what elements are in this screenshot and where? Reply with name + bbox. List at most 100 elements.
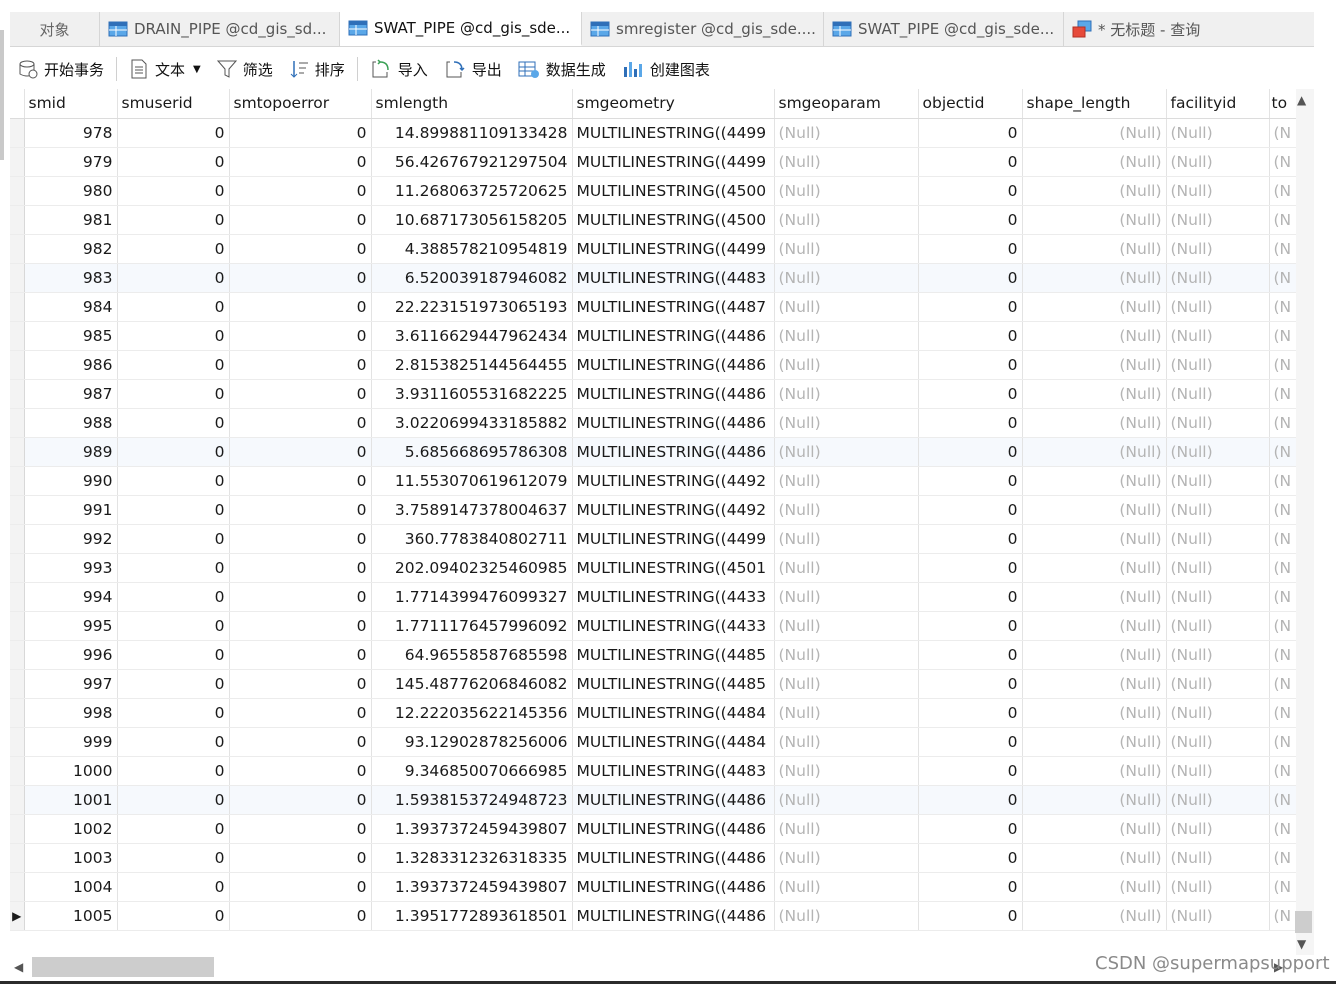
cell-smgeometry[interactable]: MULTILINESTRING((4486 <box>572 379 775 409</box>
cell-to[interactable]: (N <box>1269 176 1296 206</box>
cell-smgeoparam[interactable]: (Null) <box>774 263 919 293</box>
table-row[interactable]: 1003 0 0 1.3283312326318335 MULTILINESTRING(… <box>10 843 1296 873</box>
cell-to[interactable]: (N <box>1269 379 1296 409</box>
cell-smtopoerror[interactable]: 0 <box>229 495 372 525</box>
cell-smgeometry[interactable]: MULTILINESTRING((4487 <box>572 292 775 322</box>
cell-objectid[interactable]: 0 <box>918 901 1023 931</box>
cell-smlength[interactable]: 1.7711176457996092 <box>371 611 573 641</box>
tab-drain-pipe[interactable]: DRAIN_PIPE @cd_gis_sd... <box>100 12 340 46</box>
cell-facilityid[interactable]: (Null) <box>1166 524 1270 554</box>
cell-objectid[interactable]: 0 <box>918 379 1023 409</box>
cell-shape-length[interactable]: (Null) <box>1022 669 1167 699</box>
cell-smgeoparam[interactable]: (Null) <box>774 437 919 467</box>
table-row[interactable]: 987 0 0 3.9311605531682225 MULTILINESTRING((… <box>10 379 1296 409</box>
cell-smlength[interactable]: 1.7714399476099327 <box>371 582 573 612</box>
vertical-scroll-thumb[interactable] <box>1295 911 1312 933</box>
cell-smtopoerror[interactable]: 0 <box>229 205 372 235</box>
cell-shape-length[interactable]: (Null) <box>1022 872 1167 902</box>
cell-to[interactable]: (N <box>1269 524 1296 554</box>
cell-smgeoparam[interactable]: (Null) <box>774 466 919 496</box>
table-row[interactable]: 992 0 0 360.7783840802711 MULTILINESTRING((4… <box>10 524 1296 554</box>
cell-smlength[interactable]: 9.346850070666985 <box>371 756 573 786</box>
tab-swat-pipe-active[interactable]: SWAT_PIPE @cd_gis_sde... <box>340 12 582 46</box>
cell-smlength[interactable]: 12.222035622145356 <box>371 698 573 728</box>
cell-objectid[interactable]: 0 <box>918 495 1023 525</box>
cell-smgeoparam[interactable]: (Null) <box>774 321 919 351</box>
cell-objectid[interactable]: 0 <box>918 872 1023 902</box>
cell-facilityid[interactable]: (Null) <box>1166 408 1270 438</box>
cell-smtopoerror[interactable]: 0 <box>229 321 372 351</box>
cell-smgeoparam[interactable]: (Null) <box>774 495 919 525</box>
cell-facilityid[interactable]: (Null) <box>1166 843 1270 873</box>
cell-smtopoerror[interactable]: 0 <box>229 582 372 612</box>
cell-smgeoparam[interactable]: (Null) <box>774 901 919 931</box>
table-row[interactable]: 997 0 0 145.48776206846082 MULTILINESTRING((… <box>10 669 1296 699</box>
cell-smtopoerror[interactable]: 0 <box>229 379 372 409</box>
cell-smgeometry[interactable]: MULTILINESTRING((4492 <box>572 466 775 496</box>
column-header-smid[interactable]: smid <box>24 89 118 119</box>
horizontal-scroll-thumb[interactable] <box>32 957 214 977</box>
cell-shape-length[interactable]: (Null) <box>1022 408 1167 438</box>
cell-objectid[interactable]: 0 <box>918 524 1023 554</box>
column-header-smuserid[interactable]: smuserid <box>117 89 230 119</box>
cell-to[interactable]: (N <box>1269 321 1296 351</box>
cell-smlength[interactable]: 1.3283312326318335 <box>371 843 573 873</box>
cell-smgeoparam[interactable]: (Null) <box>774 292 919 322</box>
cell-smlength[interactable]: 10.687173056158205 <box>371 205 573 235</box>
cell-shape-length[interactable]: (Null) <box>1022 611 1167 641</box>
cell-smtopoerror[interactable]: 0 <box>229 553 372 583</box>
cell-facilityid[interactable]: (Null) <box>1166 669 1270 699</box>
cell-smid[interactable]: 999 <box>24 727 118 757</box>
cell-to[interactable]: (N <box>1269 727 1296 757</box>
cell-smgeoparam[interactable]: (Null) <box>774 756 919 786</box>
cell-smtopoerror[interactable]: 0 <box>229 466 372 496</box>
cell-smlength[interactable]: 5.685668695786308 <box>371 437 573 467</box>
cell-smid[interactable]: 981 <box>24 205 118 235</box>
cell-shape-length[interactable]: (Null) <box>1022 292 1167 322</box>
cell-smlength[interactable]: 56.426767921297504 <box>371 147 573 177</box>
cell-objectid[interactable]: 0 <box>918 466 1023 496</box>
table-row[interactable]: 1002 0 0 1.3937372459439807 MULTILINESTRING(… <box>10 814 1296 844</box>
cell-objectid[interactable]: 0 <box>918 292 1023 322</box>
cell-smgeoparam[interactable]: (Null) <box>774 147 919 177</box>
cell-shape-length[interactable]: (Null) <box>1022 814 1167 844</box>
cell-objectid[interactable]: 0 <box>918 698 1023 728</box>
table-row[interactable]: 988 0 0 3.0220699433185882 MULTILINESTRING((… <box>10 408 1296 438</box>
cell-smuserid[interactable]: 0 <box>117 640 230 670</box>
cell-smuserid[interactable]: 0 <box>117 495 230 525</box>
table-row[interactable]: 999 0 0 93.12902878256006 MULTILINESTRING((4… <box>10 727 1296 757</box>
cell-smtopoerror[interactable]: 0 <box>229 640 372 670</box>
column-header-facilityid[interactable]: facilityid <box>1166 89 1270 119</box>
cell-smtopoerror[interactable]: 0 <box>229 785 372 815</box>
cell-smid[interactable]: 1005 <box>24 901 118 931</box>
cell-facilityid[interactable]: (Null) <box>1166 582 1270 612</box>
cell-to[interactable]: (N <box>1269 408 1296 438</box>
cell-facilityid[interactable]: (Null) <box>1166 379 1270 409</box>
cell-smid[interactable]: 988 <box>24 408 118 438</box>
cell-smid[interactable]: 982 <box>24 234 118 264</box>
cell-smtopoerror[interactable]: 0 <box>229 408 372 438</box>
cell-smlength[interactable]: 1.5938153724948723 <box>371 785 573 815</box>
cell-smlength[interactable]: 6.520039187946082 <box>371 263 573 293</box>
cell-smtopoerror[interactable]: 0 <box>229 611 372 641</box>
column-header-objectid[interactable]: objectid <box>918 89 1023 119</box>
cell-objectid[interactable]: 0 <box>918 843 1023 873</box>
cell-smgeoparam[interactable]: (Null) <box>774 524 919 554</box>
cell-shape-length[interactable]: (Null) <box>1022 582 1167 612</box>
tab-swat-pipe-2[interactable]: SWAT_PIPE @cd_gis_sde... <box>824 12 1064 46</box>
cell-to[interactable]: (N <box>1269 611 1296 641</box>
cell-smgeometry[interactable]: MULTILINESTRING((4500 <box>572 205 775 235</box>
cell-smgeometry[interactable]: MULTILINESTRING((4499 <box>572 147 775 177</box>
cell-smuserid[interactable]: 0 <box>117 176 230 206</box>
cell-to[interactable]: (N <box>1269 147 1296 177</box>
cell-smlength[interactable]: 2.8153825144564455 <box>371 350 573 380</box>
sort-button[interactable]: 排序 <box>281 54 353 84</box>
cell-smuserid[interactable]: 0 <box>117 843 230 873</box>
cell-smuserid[interactable]: 0 <box>117 437 230 467</box>
cell-shape-length[interactable]: (Null) <box>1022 379 1167 409</box>
cell-to[interactable]: (N <box>1269 118 1296 148</box>
cell-smgeoparam[interactable]: (Null) <box>774 553 919 583</box>
cell-smid[interactable]: 1001 <box>24 785 118 815</box>
cell-smtopoerror[interactable]: 0 <box>229 843 372 873</box>
cell-smuserid[interactable]: 0 <box>117 408 230 438</box>
